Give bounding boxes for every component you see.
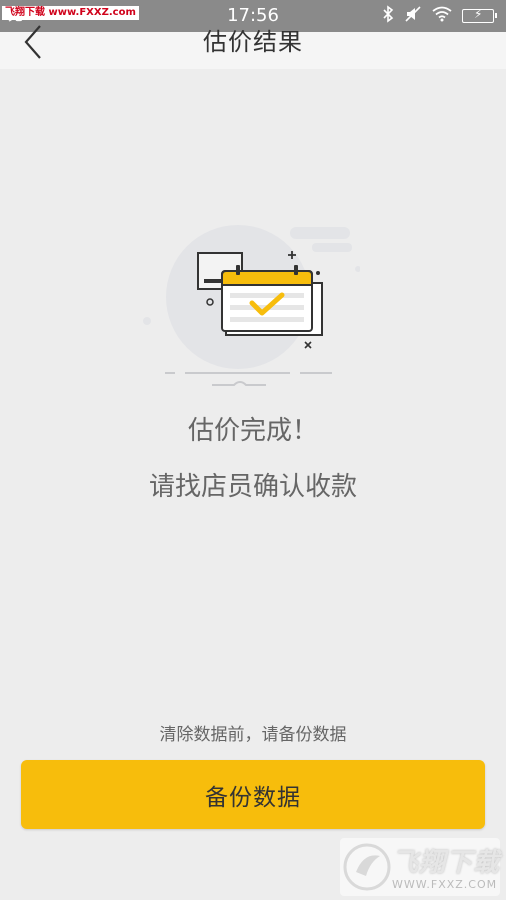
watermark-url: WWW.FXXZ.COM	[392, 878, 498, 891]
backup-data-button[interactable]: 备份数据	[21, 760, 485, 829]
backup-hint: 清除数据前，请备份数据	[159, 725, 347, 745]
logo-icon	[343, 843, 391, 891]
header-bar: 估价结果	[0, 25, 506, 69]
result-message: 请找店员确认收款	[148, 472, 357, 502]
battery-icon: ⚡	[462, 7, 497, 23]
watermark-title: 飞翔下载	[392, 848, 501, 878]
page-title: 估价结果	[203, 28, 303, 56]
watermark-logo: 飞翔下载 WWW.FXXZ.COM	[340, 838, 500, 896]
result-title: 估价完成！	[187, 416, 318, 446]
success-illustration	[140, 225, 361, 395]
